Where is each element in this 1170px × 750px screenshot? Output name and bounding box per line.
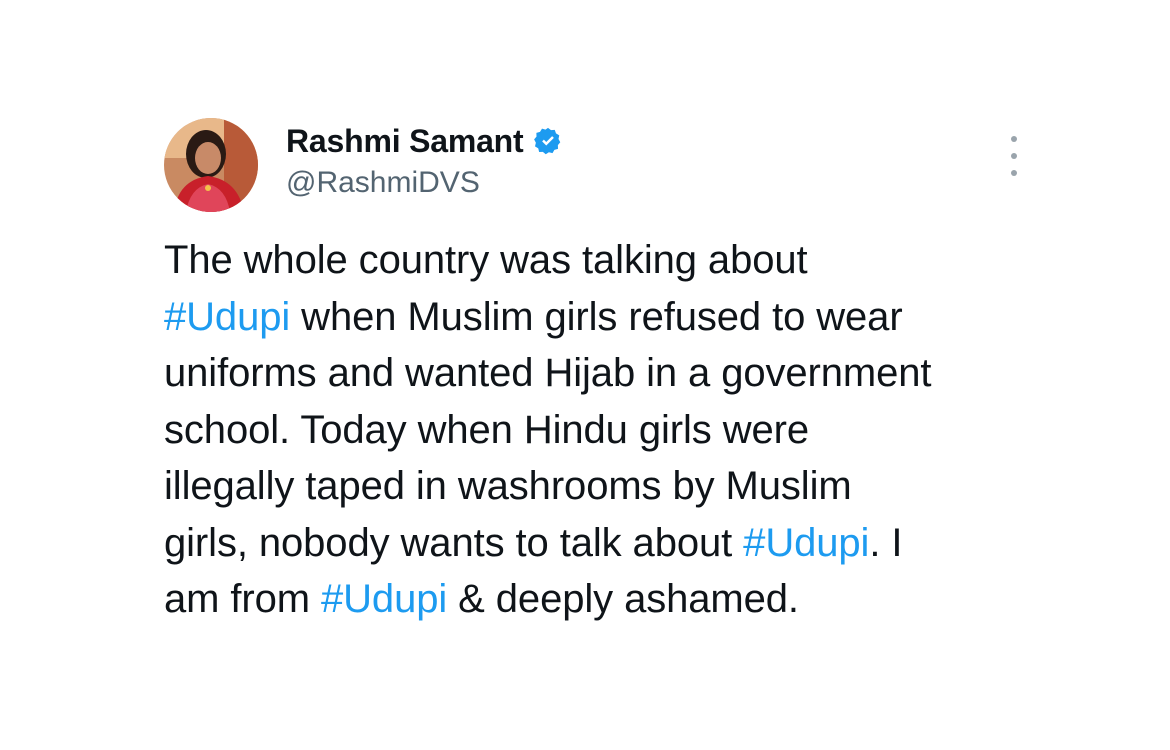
tweet-card: Rashmi Samant @RashmiDVS The whole count… — [0, 0, 1170, 750]
tweet-text-segment: The whole country was talking about — [164, 238, 808, 282]
tweet-text-segment: school. Today when Hindu girls were — [164, 407, 809, 452]
tweet-text-line: The whole country was talking about — [164, 232, 1044, 289]
tweet-text-segment: illegally taped in washrooms by Muslim — [164, 464, 852, 508]
dot — [1011, 153, 1017, 159]
dot — [1011, 136, 1017, 142]
tweet-text-line: school. Today when Hindu girls were — [164, 402, 1044, 459]
tweet-text-line: girls, nobody wants to talk about #Udupi… — [164, 515, 1044, 572]
hashtag-link[interactable]: #Udupi — [164, 295, 290, 339]
tweet-text-segment: & deeply ashamed. — [447, 577, 799, 621]
tweet-text-line: am from #Udupi & deeply ashamed. — [164, 571, 1044, 628]
hashtag-link[interactable]: #Udupi — [321, 577, 447, 621]
more-options-icon[interactable] — [1002, 136, 1026, 176]
author-handle[interactable]: @RashmiDVS — [286, 166, 480, 200]
tweet-text-line: illegally taped in washrooms by Muslim — [164, 458, 1044, 515]
tweet-text-segment: uniforms and wanted Hijab in a governmen… — [164, 351, 932, 395]
avatar[interactable] — [164, 118, 258, 212]
hashtag-link[interactable]: #Udupi — [743, 521, 869, 565]
tweet-text-line: uniforms and wanted Hijab in a governmen… — [164, 345, 1044, 402]
author-display-name[interactable]: Rashmi Samant — [286, 123, 524, 160]
tweet-text-segment: when Muslim girls refused to wear — [290, 294, 903, 339]
tweet-text-segment: am from — [164, 577, 321, 621]
tweet-text-segment: . I — [869, 520, 903, 565]
verified-badge-icon — [533, 126, 563, 156]
tweet-text-segment: girls, nobody wants to talk about — [164, 520, 744, 565]
tweet-text-line: #Udupi when Muslim girls refused to wear — [164, 289, 1044, 346]
profile-photo — [164, 118, 258, 212]
tweet-text: The whole country was talking about #Udup… — [164, 232, 1044, 628]
dot — [1011, 170, 1017, 176]
author-name-row: Rashmi Samant — [286, 120, 563, 162]
